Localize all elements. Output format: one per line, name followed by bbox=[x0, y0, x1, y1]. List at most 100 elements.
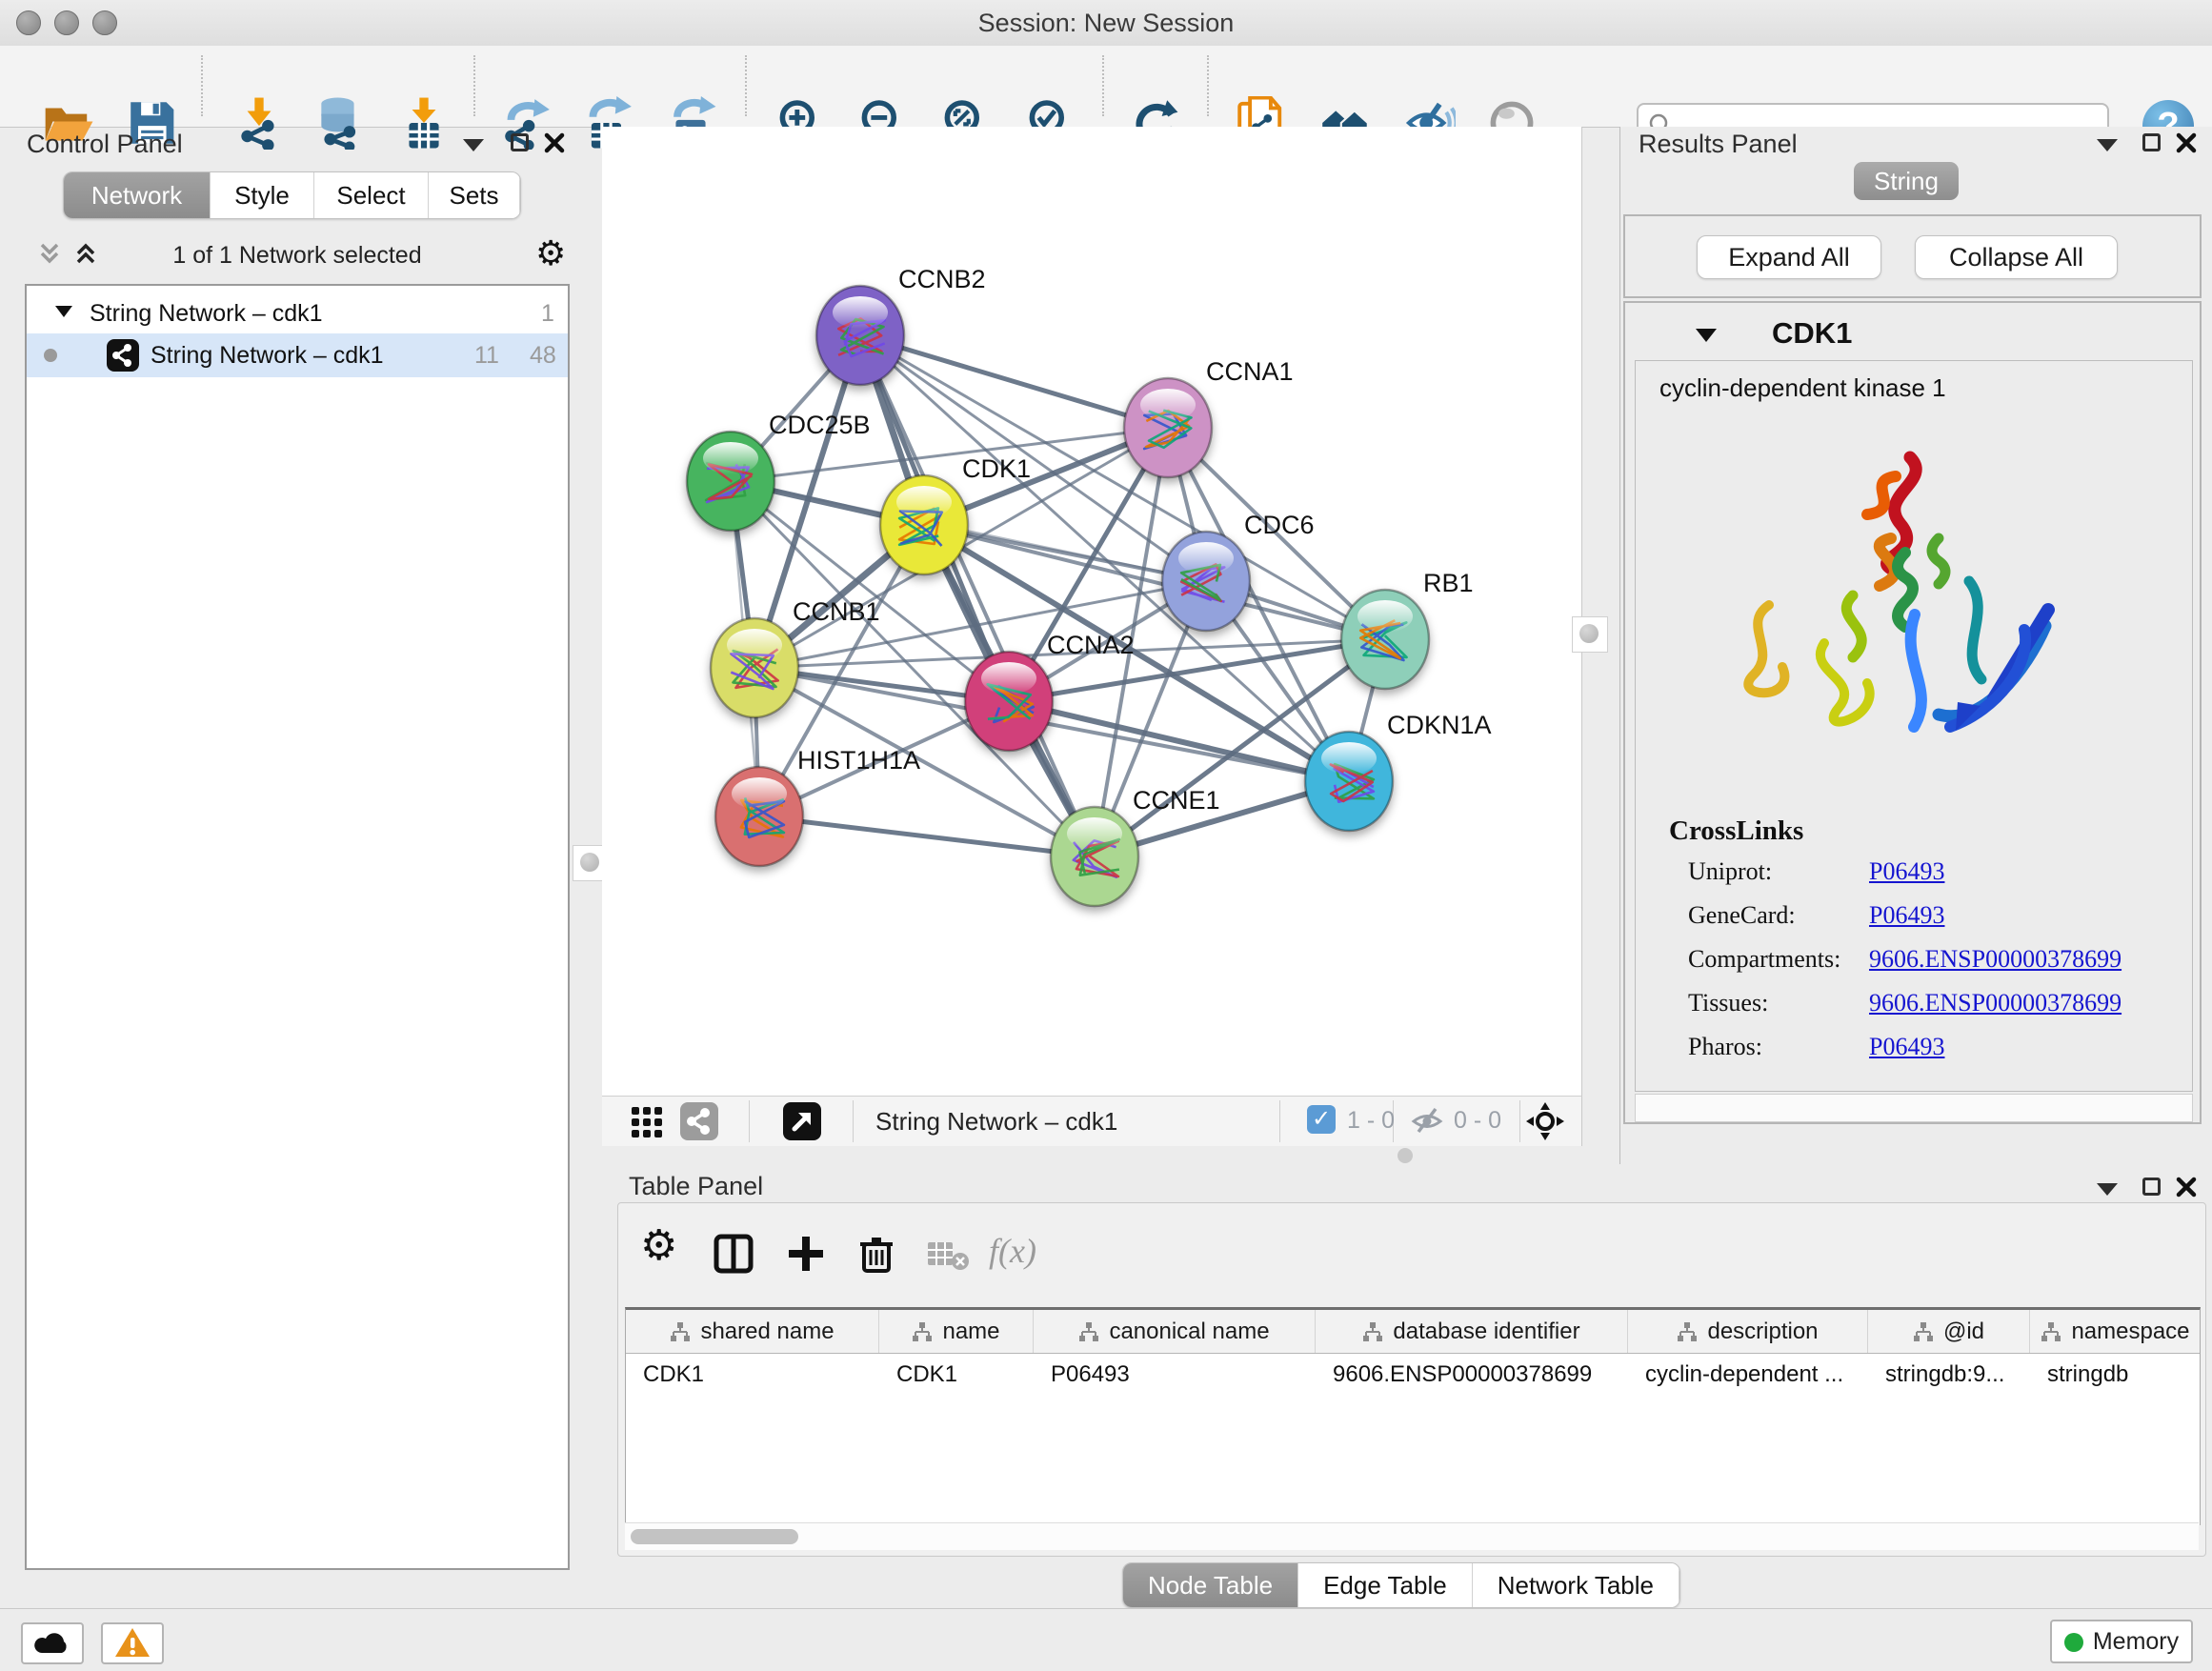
collapse-all-button[interactable]: Collapse All bbox=[1915, 235, 2118, 279]
node-label-CDK1: CDK1 bbox=[962, 454, 1031, 483]
network-options-gear-icon[interactable]: ⚙ bbox=[535, 234, 566, 272]
tab-sets[interactable]: Sets bbox=[429, 172, 520, 218]
crosslink-label: Uniprot: bbox=[1688, 857, 1772, 886]
column-icon[interactable] bbox=[713, 1233, 754, 1278]
gear-icon[interactable]: ⚙ bbox=[640, 1227, 677, 1265]
network-edge-CCNB2-CCNE1[interactable] bbox=[860, 335, 1095, 856]
network-node-CDK1[interactable] bbox=[880, 475, 968, 574]
column-header-namespace[interactable]: namespace bbox=[2030, 1310, 2201, 1353]
gene-collapse-icon[interactable] bbox=[1694, 326, 1719, 350]
collection-count: 1 bbox=[541, 300, 554, 328]
horizontal-splitter-handle[interactable] bbox=[1398, 1148, 1413, 1163]
column-header-database-identifier[interactable]: database identifier bbox=[1316, 1310, 1628, 1353]
crosslink-label: Tissues: bbox=[1688, 989, 1768, 1017]
memory-button[interactable]: Memory bbox=[2050, 1620, 2193, 1663]
network-edge-CCNA2-CDKN1A[interactable] bbox=[1009, 701, 1349, 781]
network-collection-row[interactable]: String Network – cdk1 1 bbox=[27, 292, 568, 335]
cytoscape-window: Session: New Session ? Control P bbox=[0, 0, 2212, 1671]
import-network-icon[interactable] bbox=[231, 95, 287, 152]
warning-icon[interactable] bbox=[101, 1622, 164, 1664]
column-type-icon bbox=[912, 1321, 933, 1342]
results-scrollbar[interactable] bbox=[1635, 1094, 2193, 1122]
titlebar: Session: New Session bbox=[0, 0, 2212, 47]
right-splitter-handle[interactable] bbox=[1572, 616, 1608, 653]
crosslink-link[interactable]: 9606.ENSP00000378699 bbox=[1869, 989, 2122, 1017]
column-header-description[interactable]: description bbox=[1628, 1310, 1868, 1353]
selected-checkbox[interactable]: ✓ bbox=[1307, 1105, 1336, 1134]
crosslink-link[interactable]: P06493 bbox=[1869, 1033, 1944, 1061]
results-panel-maximize-icon[interactable] bbox=[2142, 133, 2161, 151]
string-share-icon[interactable] bbox=[680, 1102, 718, 1140]
crosslink-link[interactable]: P06493 bbox=[1869, 901, 1944, 930]
tab-string[interactable]: String bbox=[1854, 162, 1959, 200]
collection-collapse-icon[interactable] bbox=[53, 303, 74, 325]
network-edge-CCNB2-CCNA1[interactable] bbox=[860, 335, 1168, 428]
crosslink-label: Compartments: bbox=[1688, 945, 1840, 974]
grid-icon[interactable] bbox=[629, 1104, 665, 1143]
control-panel-maximize-icon[interactable] bbox=[511, 133, 529, 151]
tab-network[interactable]: Network bbox=[64, 172, 211, 218]
column-header-canonical-name[interactable]: canonical name bbox=[1034, 1310, 1316, 1353]
gene-description: cyclin-dependent kinase 1 bbox=[1659, 373, 1946, 403]
add-icon[interactable] bbox=[785, 1233, 827, 1278]
column-header-name[interactable]: name bbox=[879, 1310, 1034, 1353]
control-panel-float-icon[interactable] bbox=[463, 139, 484, 151]
crosslink-label: GeneCard: bbox=[1688, 901, 1796, 930]
network-node-CCNB1[interactable] bbox=[711, 618, 798, 717]
crosslink-row: GeneCard: P06493 bbox=[1688, 901, 2183, 939]
network-list-header: 1 of 1 Network selected ⚙ bbox=[25, 229, 570, 282]
table-panel-float-icon[interactable] bbox=[2097, 1183, 2118, 1196]
gene-symbol: CDK1 bbox=[1772, 316, 1852, 351]
tab-select[interactable]: Select bbox=[314, 172, 429, 218]
table-panel-close-icon[interactable] bbox=[2175, 1176, 2198, 1201]
import-table-icon[interactable] bbox=[396, 95, 452, 152]
control-panel-close-icon[interactable] bbox=[543, 131, 566, 157]
network-node-CCNB2[interactable] bbox=[816, 286, 904, 385]
table-row[interactable]: CDK1CDK1P064939606.ENSP00000378699cyclin… bbox=[626, 1354, 2200, 1396]
network-node-HIST1H1A[interactable] bbox=[715, 767, 803, 866]
results-panel-close-icon[interactable] bbox=[2175, 131, 2198, 157]
network-canvas[interactable]: CCNB2CCNA1CDC25BCDK1CDC6RB1CCNB1CCNA2CDK… bbox=[602, 127, 1582, 1096]
network-view-title: String Network – cdk1 bbox=[875, 1107, 1117, 1137]
open-external-icon[interactable] bbox=[783, 1102, 821, 1140]
network-node-CDC25B[interactable] bbox=[687, 432, 774, 531]
network-node-CCNA1[interactable] bbox=[1124, 378, 1212, 477]
import-database-icon[interactable] bbox=[312, 95, 367, 152]
tab-node-table[interactable]: Node Table bbox=[1123, 1563, 1298, 1607]
table-panel-maximize-icon[interactable] bbox=[2142, 1178, 2161, 1196]
network-selected-count: 1 of 1 Network selected bbox=[25, 242, 570, 270]
expand-all-button[interactable]: Expand All bbox=[1697, 235, 1881, 279]
network-node-CCNA2[interactable] bbox=[965, 652, 1053, 751]
tab-style[interactable]: Style bbox=[211, 172, 314, 218]
network-edge-HIST1H1A-CCNE1[interactable] bbox=[759, 816, 1095, 856]
column-type-icon bbox=[670, 1321, 691, 1342]
selected-count-label: 1 - 0 bbox=[1347, 1107, 1395, 1135]
network-node-CDKN1A[interactable] bbox=[1305, 732, 1393, 831]
column-header--id[interactable]: @id bbox=[1868, 1310, 2030, 1353]
crosslink-link[interactable]: P06493 bbox=[1869, 857, 1944, 886]
scrollbar-thumb[interactable] bbox=[631, 1529, 798, 1544]
main-toolbar: ? bbox=[0, 46, 2212, 128]
crosslink-link[interactable]: 9606.ENSP00000378699 bbox=[1869, 945, 2122, 974]
network-node-CCNE1[interactable] bbox=[1051, 807, 1138, 906]
crosslink-row: Compartments: 9606.ENSP00000378699 bbox=[1688, 945, 2183, 983]
node-label-CCNE1: CCNE1 bbox=[1133, 786, 1220, 815]
node-label-CCNA1: CCNA1 bbox=[1206, 357, 1294, 386]
string-app-icon bbox=[107, 339, 139, 372]
network-row-selected[interactable]: String Network – cdk1 11 48 bbox=[27, 333, 568, 377]
results-panel-float-icon[interactable] bbox=[2097, 139, 2118, 151]
column-header-shared-name[interactable]: shared name bbox=[626, 1310, 879, 1353]
delete-icon[interactable] bbox=[855, 1233, 897, 1278]
node-table: shared namenamecanonical namedatabase id… bbox=[625, 1307, 2201, 1525]
crosslinks-title: CrossLinks bbox=[1669, 815, 1803, 847]
status-bar: Memory bbox=[0, 1608, 2212, 1671]
tab-network-table[interactable]: Network Table bbox=[1473, 1563, 1679, 1607]
network-node-CDC6[interactable] bbox=[1162, 532, 1250, 631]
cell--id: stringdb:9... bbox=[1868, 1354, 2030, 1396]
network-node-RB1[interactable] bbox=[1341, 590, 1429, 689]
window-title: Session: New Session bbox=[0, 9, 2212, 38]
crosshair-icon[interactable] bbox=[1524, 1100, 1566, 1145]
tab-edge-table[interactable]: Edge Table bbox=[1298, 1563, 1473, 1607]
toolbar-separator bbox=[1207, 55, 1209, 116]
cloud-icon[interactable] bbox=[21, 1622, 84, 1664]
